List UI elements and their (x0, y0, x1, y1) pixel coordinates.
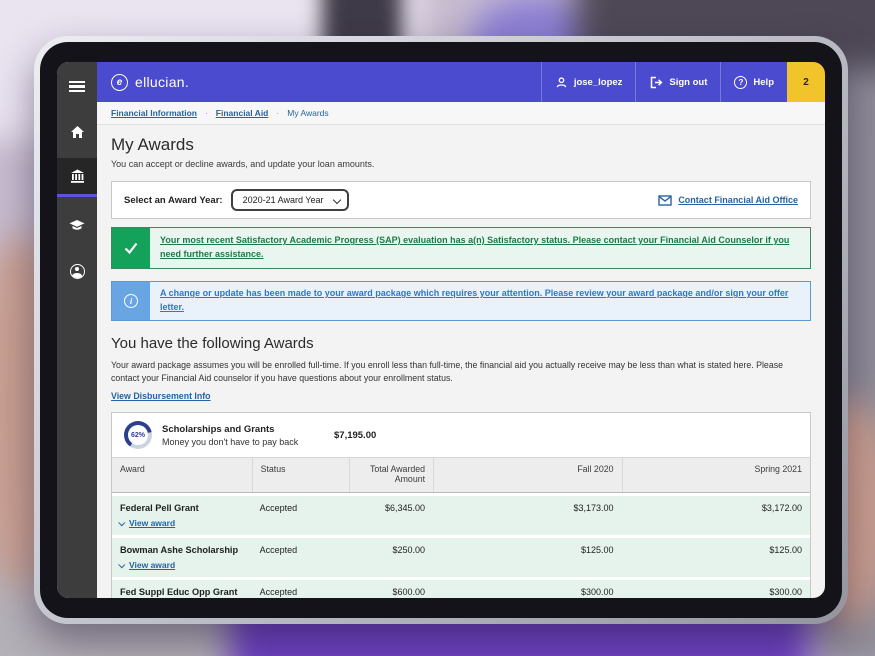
award-year-selected: 2020-21 Award Year (243, 195, 324, 205)
info-icon: i (124, 294, 138, 308)
column-fall-2020: Fall 2020 (433, 458, 621, 492)
user-menu[interactable]: jose_lopez (541, 62, 636, 102)
topbar-actions: jose_lopez Sign out ? Help (541, 62, 825, 102)
table-row: Bowman Ashe Scholarship View award Accep… (112, 538, 810, 577)
home-icon (70, 125, 85, 139)
award-spring: $3,172.00 (622, 496, 810, 535)
view-award-link[interactable]: View award (120, 518, 244, 528)
award-fall: $125.00 (433, 538, 621, 577)
summary-subtitle: Money you don't have to pay back (162, 437, 334, 447)
menu-button[interactable] (57, 68, 97, 104)
envelope-icon (658, 195, 672, 206)
award-status: Accepted (252, 496, 350, 535)
awards-description: Your award package assumes you will be e… (111, 359, 811, 385)
awards-table-header: Award Status Total Awarded Amount Fall 2… (112, 458, 810, 493)
award-total: $250.00 (349, 538, 433, 577)
sap-status-alert: Your most recent Satisfactory Academic P… (111, 227, 811, 269)
sidebar-item-profile[interactable] (57, 253, 97, 289)
award-spring: $300.00 (622, 580, 810, 598)
page-subtitle: You can accept or decline awards, and up… (111, 159, 811, 169)
award-package-link[interactable]: A change or update has been made to your… (150, 282, 810, 320)
award-total: $600.00 (349, 580, 433, 598)
column-spring-2021: Spring 2021 (622, 458, 810, 492)
breadcrumb-financial-information[interactable]: Financial Information (111, 108, 197, 118)
awards-panel: 62% Scholarships and Grants Money you do… (111, 412, 811, 598)
view-award-link[interactable]: View award (120, 560, 244, 570)
table-row: Fed Suppl Educ Opp Grant View award Acce… (112, 580, 810, 598)
chevron-down-icon (118, 561, 125, 568)
contact-financial-aid-link[interactable]: Contact Financial Aid Office (658, 195, 798, 206)
username: jose_lopez (574, 77, 623, 88)
help-button[interactable]: ? Help (720, 62, 787, 102)
breadcrumb-separator: · (205, 108, 208, 118)
institution-icon (70, 169, 85, 183)
percent-value: 62% (124, 421, 152, 449)
table-row: Federal Pell Grant View award Accepted $… (112, 496, 810, 535)
breadcrumb-separator: · (276, 108, 279, 118)
help-icon: ? (734, 76, 747, 89)
percent-ring-icon: 62% (124, 421, 152, 449)
breadcrumb-financial-aid[interactable]: Financial Aid (216, 108, 269, 118)
award-status: Accepted (252, 580, 350, 598)
user-icon (555, 76, 568, 89)
breadcrumb: Financial Information · Financial Aid · … (97, 102, 825, 125)
award-spring: $125.00 (622, 538, 810, 577)
notification-badge[interactable]: 2 (787, 62, 825, 102)
award-name: Federal Pell Grant (120, 503, 244, 513)
graduation-cap-icon (69, 219, 85, 232)
ellucian-logo-icon: e (111, 74, 128, 91)
tablet-device: e ellucian. jose_lopez (34, 36, 848, 624)
award-year-label: Select an Award Year: (124, 195, 223, 206)
award-year-select[interactable]: 2020-21 Award Year (231, 189, 350, 211)
sidebar (57, 62, 97, 598)
hamburger-icon (69, 81, 85, 92)
award-year-panel: Select an Award Year: 2020-21 Award Year… (111, 181, 811, 219)
brand-name: ellucian. (135, 74, 189, 90)
chevron-down-icon (118, 519, 125, 526)
main-area: e ellucian. jose_lopez (97, 62, 825, 598)
sap-status-link[interactable]: Your most recent Satisfactory Academic P… (150, 229, 810, 267)
breadcrumb-my-awards: My Awards (287, 108, 328, 118)
view-award-label: View award (129, 560, 175, 570)
award-package-alert: i A change or update has been made to yo… (111, 281, 811, 321)
success-icon-block (112, 228, 150, 268)
tablet-screen: e ellucian. jose_lopez (57, 62, 825, 598)
column-status: Status (252, 458, 350, 492)
sign-out-icon (649, 76, 663, 89)
summary-total: $7,195.00 (334, 430, 376, 441)
awards-heading: You have the following Awards (111, 335, 811, 352)
summary-title: Scholarships and Grants (162, 424, 334, 435)
brand: e ellucian. (97, 74, 189, 91)
sign-out-button[interactable]: Sign out (635, 62, 720, 102)
sidebar-item-academics[interactable] (57, 207, 97, 243)
info-icon-block: i (112, 282, 150, 320)
award-name: Bowman Ashe Scholarship (120, 545, 244, 555)
award-name: Fed Suppl Educ Opp Grant (120, 587, 244, 597)
scholarships-summary: 62% Scholarships and Grants Money you do… (112, 413, 810, 458)
profile-icon (70, 264, 85, 279)
award-total: $6,345.00 (349, 496, 433, 535)
notification-count: 2 (803, 77, 809, 88)
view-disbursement-link[interactable]: View Disbursement Info (111, 391, 211, 401)
page-content: My Awards You can accept or decline awar… (97, 125, 825, 598)
award-status: Accepted (252, 538, 350, 577)
column-award: Award (112, 458, 252, 492)
help-label: Help (753, 77, 774, 88)
sign-out-label: Sign out (669, 77, 707, 88)
contact-financial-aid-label: Contact Financial Aid Office (678, 195, 798, 205)
scene: e ellucian. jose_lopez (0, 0, 875, 656)
page-title: My Awards (111, 135, 811, 155)
chevron-down-icon (333, 196, 341, 204)
checkmark-icon (123, 241, 139, 255)
top-navigation-bar: e ellucian. jose_lopez (97, 62, 825, 102)
award-fall: $3,173.00 (433, 496, 621, 535)
column-total-awarded: Total Awarded Amount (349, 458, 433, 492)
view-award-label: View award (129, 518, 175, 528)
sidebar-item-home[interactable] (57, 114, 97, 150)
sidebar-item-institution[interactable] (57, 158, 97, 197)
award-fall: $300.00 (433, 580, 621, 598)
